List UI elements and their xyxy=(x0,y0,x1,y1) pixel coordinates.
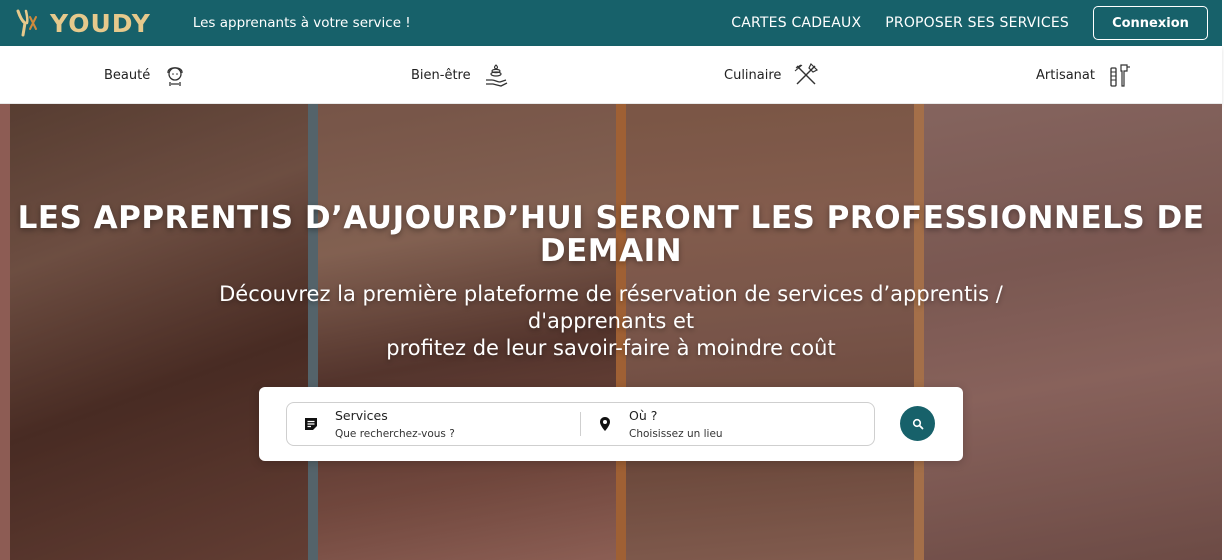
services-search[interactable]: Services xyxy=(287,403,580,445)
hero-subtitle: Découvrez la première plateforme de rése… xyxy=(0,281,1222,362)
hero-subtitle-line: profitez de leur savoir-faire à moindre … xyxy=(386,336,836,360)
category-label: Culinaire xyxy=(724,67,782,83)
craft-tools-icon xyxy=(1110,64,1130,87)
logo-mark-icon xyxy=(16,9,37,37)
login-button[interactable]: Connexion xyxy=(1093,6,1208,40)
services-text: Services xyxy=(335,408,575,441)
location-search[interactable]: Où ? xyxy=(581,403,874,445)
search-field: Services Où ? xyxy=(286,402,875,446)
top-nav: CARTES CADEAUX PROPOSER SES SERVICES Con… xyxy=(731,0,1222,46)
services-input[interactable] xyxy=(335,426,575,441)
category-artisanat[interactable]: Artisanat xyxy=(1036,46,1133,104)
search-button[interactable] xyxy=(900,406,935,441)
location-text: Où ? xyxy=(629,408,869,441)
top-bar: YOUDY Les apprenants à votre service ! C… xyxy=(0,0,1222,46)
beauty-face-icon xyxy=(167,67,183,86)
category-label: Beauté xyxy=(104,67,151,83)
hero: LES APPRENTIS D’AUJOURD’HUI SERONT LES P… xyxy=(0,104,1222,560)
category-bien-etre[interactable]: Bien-être xyxy=(411,46,509,104)
category-culinaire[interactable]: Culinaire xyxy=(724,46,819,104)
location-input[interactable] xyxy=(629,426,869,441)
tagline: Les apprenants à votre service ! xyxy=(192,15,411,31)
wellness-hand-icon xyxy=(485,64,507,87)
category-label: Artisanat xyxy=(1036,67,1095,83)
location-pin-icon xyxy=(600,417,610,431)
services-label: Services xyxy=(335,407,388,423)
hero-subtitle-line: Découvrez la première plateforme de rése… xyxy=(219,282,1003,306)
search-card: Services Où ? xyxy=(259,387,963,461)
category-beaute[interactable]: Beauté xyxy=(104,46,188,104)
logo-text: YOUDY xyxy=(50,8,151,38)
category-label: Bien-être xyxy=(411,67,471,83)
logo[interactable]: YOUDY xyxy=(14,7,151,39)
nav-offer-services[interactable]: PROPOSER SES SERVICES xyxy=(885,15,1069,31)
nav-gift-cards[interactable]: CARTES CADEAUX xyxy=(731,15,861,31)
note-icon xyxy=(305,418,317,430)
search-icon xyxy=(912,418,923,429)
location-label: Où ? xyxy=(629,407,658,423)
hero-title: LES APPRENTIS D’AUJOURD’HUI SERONT LES P… xyxy=(17,200,1205,269)
hero-subtitle-line: d'apprenants et xyxy=(527,309,695,333)
cutlery-icon xyxy=(795,62,819,85)
category-bar: Beauté Bien-être Culinaire Artisanat xyxy=(0,46,1222,104)
